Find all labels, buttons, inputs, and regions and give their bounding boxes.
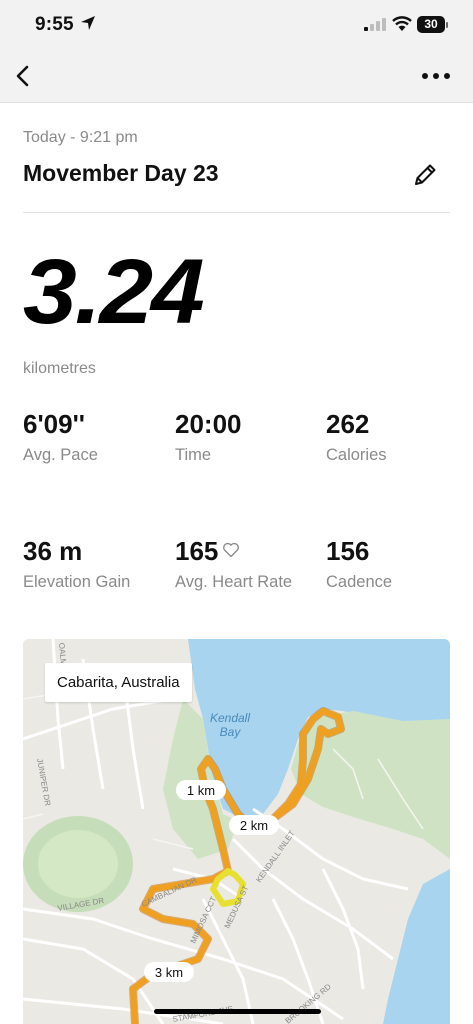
stat-label: Time [175,445,212,464]
activity-date: Today - 9:21 pm [23,129,138,146]
stat-value: 6'09'' [23,409,85,439]
stat-value: 20:00 [175,409,242,439]
stat-calories: 262 Calories [326,410,466,466]
map-location-label: Cabarita, Australia [45,663,192,702]
stat-avg-heart-rate: 165 Avg. Heart Rate [175,537,295,593]
stat-time: 20:00 Time [175,410,315,466]
stat-label: Cadence [326,572,393,591]
stat-avg-pace: 6'09'' Avg. Pace [23,410,163,466]
signal-icon [364,18,386,31]
stat-label: Elevation Gain [23,572,131,591]
route-map[interactable]: Kendall Bay JUNIPER DR VILLAGE DR MIMOSA… [23,639,450,1024]
distance-value: 3.24 [23,241,205,343]
wifi-icon [392,16,412,31]
pencil-icon[interactable] [410,160,440,190]
stat-value: 262 [326,409,370,439]
more-horizontal-icon[interactable] [418,64,454,88]
chevron-left-icon[interactable] [10,62,38,90]
stat-value: 36 m [23,536,83,566]
battery-tip [446,22,448,28]
battery-icon: 30 [417,16,445,33]
distance-unit: kilometres [23,360,96,377]
stat-label: Avg. Heart Rate [175,572,293,591]
status-bar: 9:55 30 [0,0,473,50]
km-marker: 2 km [240,818,268,833]
heart-outline-icon [223,543,240,558]
stat-value: 156 [326,536,370,566]
home-indicator[interactable] [154,1009,321,1014]
stat-value: 165 [175,536,219,566]
stat-label: Avg. Pace [23,445,98,464]
location-arrow-icon [81,16,95,30]
nav-bar [0,50,473,103]
stat-cadence: 156 Cadence [326,537,466,593]
stat-label: Calories [326,445,387,464]
activity-title: Movember Day 23 [23,160,219,186]
status-time: 9:55 [35,14,74,35]
divider [23,212,450,213]
water-label: Bay [220,725,242,739]
water-label: Kendall [210,711,250,725]
km-marker: 3 km [155,965,183,980]
stat-elevation-gain: 36 m Elevation Gain [23,537,143,593]
km-marker: 1 km [187,783,215,798]
